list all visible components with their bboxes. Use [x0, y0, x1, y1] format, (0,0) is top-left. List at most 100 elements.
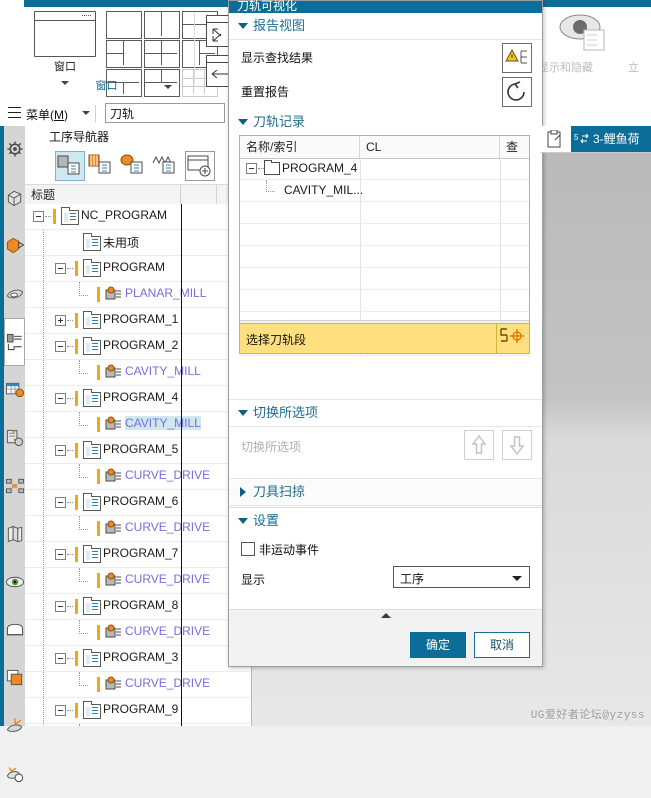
collapse-icon[interactable] — [55, 601, 66, 612]
document-tab-strip: 5 3-鲤鱼荷 — [541, 126, 651, 153]
toolbar-machining-method-view[interactable] — [151, 151, 181, 181]
collapse-icon[interactable] — [33, 211, 44, 222]
menu-button[interactable]: 菜单(M) — [26, 106, 68, 123]
operation-navigator-title: 工序导航器 — [25, 126, 251, 148]
section-settings: 设置 非运动事件 显示 工序 — [229, 507, 542, 600]
hamburger-icon[interactable] — [8, 107, 21, 118]
section-toggle-options-header[interactable]: 切换所选项 — [229, 400, 542, 427]
column-header-title[interactable]: 标题 — [25, 185, 181, 205]
collapse-icon[interactable] — [55, 341, 66, 352]
select-toolpath-segment-row[interactable]: 选择刀轨段 — [239, 323, 530, 354]
sidebar-item-process-flow[interactable] — [4, 462, 25, 510]
operation-icon — [105, 286, 122, 302]
tree-guide — [67, 346, 73, 348]
arrow-up-icon[interactable] — [464, 430, 494, 460]
sidebar-item-view-manager[interactable] — [4, 558, 25, 606]
select-path-icon[interactable] — [496, 324, 529, 353]
sidebar-item-constraint-navigator[interactable] — [4, 222, 25, 270]
toolbar-machine-tool-view[interactable] — [87, 151, 117, 181]
warning-list-icon[interactable] — [502, 43, 532, 73]
sidebar-item-assembly-navigator[interactable] — [4, 126, 25, 174]
chevron-up-icon — [380, 613, 391, 618]
reset-report-label[interactable]: 重置报告 — [241, 83, 289, 100]
document-tab-active[interactable]: 5 3-鲤鱼荷 — [571, 126, 651, 152]
table-row[interactable] — [240, 268, 529, 290]
sidebar-item-layer-settings[interactable] — [4, 654, 25, 702]
warning-bar-icon — [75, 443, 78, 458]
table-row[interactable] — [240, 224, 529, 246]
sidebar-item-inspect-view[interactable] — [4, 750, 25, 798]
collapse-icon[interactable] — [55, 705, 66, 716]
menu-chevron-down-icon[interactable] — [82, 111, 90, 115]
collapse-icon[interactable] — [55, 549, 66, 560]
toolbar-geometry-view[interactable] — [119, 151, 149, 181]
arrow-down-icon[interactable] — [502, 430, 532, 460]
expand-icon[interactable] — [55, 315, 66, 326]
th-check[interactable]: 查 — [500, 136, 531, 158]
dialog-title-bar[interactable]: 刀轨可视化 — [229, 0, 542, 13]
non-motion-events-label[interactable]: 非运动事件 — [259, 541, 319, 558]
table-row[interactable]: CAVITY_MIL... — [240, 180, 529, 202]
collapse-icon[interactable] — [55, 263, 66, 274]
cell-divider — [500, 224, 501, 245]
table-row[interactable]: PROGRAM_4 — [240, 158, 529, 180]
layout-single-button[interactable] — [106, 11, 142, 39]
tree-row-label: PROGRAM_7 — [103, 546, 179, 560]
collapse-icon[interactable] — [55, 497, 66, 508]
sidebar-item-geometry-navigator[interactable] — [4, 270, 25, 318]
menu-button-label: 菜单 — [26, 108, 51, 122]
display-combobox[interactable]: 工序 — [393, 566, 530, 588]
tree-guide — [43, 256, 44, 281]
tree-guide — [43, 438, 44, 463]
layout-four-left-button[interactable] — [106, 40, 142, 68]
column-header-2[interactable] — [181, 185, 217, 205]
tree-guide — [67, 268, 73, 270]
section-report-view-header[interactable]: 报告视图 — [229, 13, 542, 40]
ribbon-divider-1 — [194, 12, 195, 84]
operation-icon — [105, 416, 122, 432]
toolbar-program-order-view[interactable] — [55, 151, 85, 181]
clipboard-icon[interactable] — [545, 130, 565, 148]
dialog-expander-bar[interactable] — [229, 609, 542, 622]
non-motion-events-checkbox[interactable] — [241, 542, 255, 556]
cancel-button[interactable]: 取消 — [474, 632, 530, 658]
show-hide-icon[interactable] — [558, 13, 612, 53]
layout-two-column-button[interactable] — [144, 11, 180, 39]
warning-bar-icon — [75, 547, 78, 562]
sidebar-item-csys-view[interactable] — [4, 702, 25, 750]
window-group-expand-icon[interactable] — [164, 85, 172, 89]
csys-icon — [6, 718, 22, 732]
collapse-icon[interactable] — [55, 445, 66, 456]
section-settings-header[interactable]: 设置 — [229, 508, 542, 534]
cell-divider — [360, 290, 361, 311]
sidebar-item-part-navigator[interactable] — [4, 174, 25, 222]
cell-divider — [500, 268, 501, 289]
sidebar-item-machine-tool-view[interactable] — [4, 366, 25, 414]
show-find-results-label[interactable]: 显示查找结果 — [241, 49, 313, 66]
section-toolpath-record-header[interactable]: 刀轨记录 — [229, 109, 542, 135]
sidebar-item-section-view[interactable] — [4, 606, 25, 654]
command-input[interactable]: 刀轨 — [105, 103, 225, 123]
sidebar-item-reuse-library[interactable] — [4, 510, 25, 558]
reset-arrow-icon[interactable] — [502, 77, 532, 107]
collapse-icon[interactable] — [55, 393, 66, 404]
chevron-down-icon[interactable] — [512, 576, 522, 581]
th-name-index[interactable]: 名称/索引 — [240, 136, 360, 158]
operation-tree[interactable]: NC_PROGRAM 未用项 PROGRAM PLANAR_MILL PROGRAM_1… — [25, 204, 251, 726]
layout-four-button[interactable] — [144, 40, 180, 68]
tree-guide — [43, 646, 44, 671]
sidebar-item-operation-navigator[interactable] — [4, 318, 25, 366]
collapse-icon[interactable] — [246, 163, 257, 174]
table-row[interactable] — [240, 290, 529, 312]
toolbar-create-view[interactable] — [185, 151, 215, 181]
table-row[interactable] — [240, 202, 529, 224]
ok-button[interactable]: 确定 — [410, 632, 466, 658]
collapse-icon[interactable] — [55, 653, 66, 664]
table-row[interactable] — [240, 246, 529, 268]
toolpath-record-table[interactable]: 名称/索引 CL 查 PROGRAM_4CAVITY_MIL... ‹ › — [239, 135, 531, 356]
sidebar-item-tool-setup[interactable] — [4, 414, 25, 462]
toolpath-record-rows[interactable]: PROGRAM_4 CAVITY_MIL... — [240, 158, 529, 356]
th-cl[interactable]: CL — [360, 136, 500, 158]
section-toolpath-record: 刀轨记录 名称/索引 CL 查 PROGRAM_4CAVITY_MIL... ‹… — [229, 109, 542, 399]
section-tool-sweep-header[interactable]: 刀具扫掠 — [229, 479, 542, 506]
